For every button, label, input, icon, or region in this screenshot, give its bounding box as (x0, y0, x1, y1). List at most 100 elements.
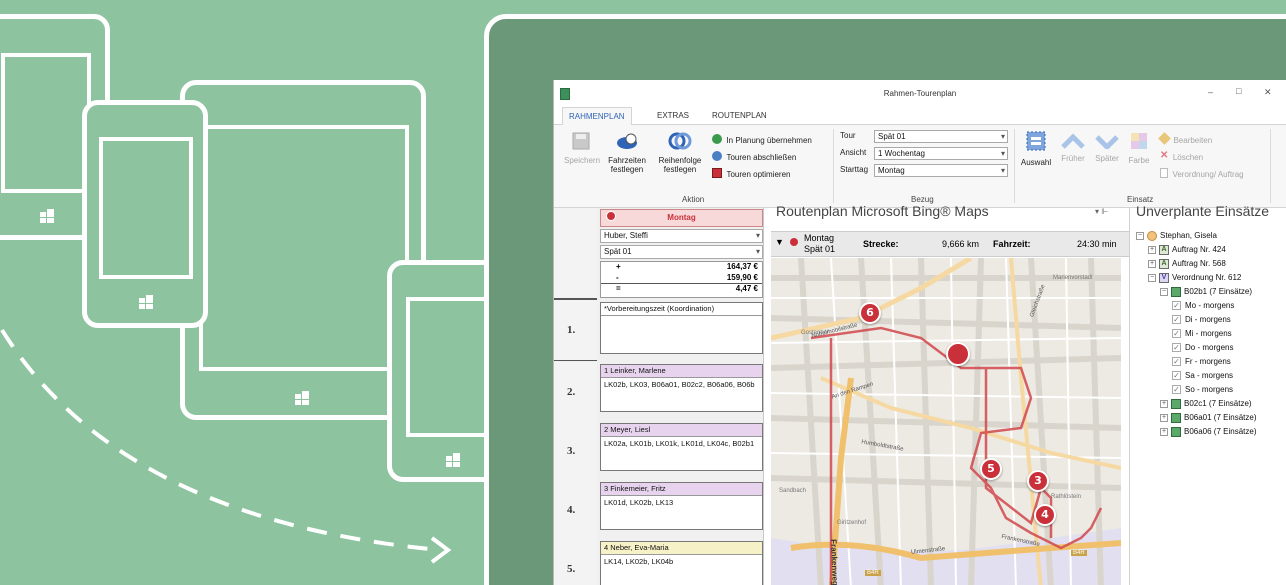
tree-item[interactable]: ✓ Di - morgens (1172, 314, 1231, 326)
tree-item-label: Stephan, Gisela (1160, 231, 1217, 240)
verordnung-auftrag-button[interactable]: Verordnung/ Auftrag (1160, 164, 1244, 182)
tab-extras[interactable]: EXTRAS (651, 107, 695, 126)
tree-item[interactable]: − Stephan, Gisela (1136, 230, 1217, 242)
tree-item[interactable]: + B02c1 (7 Einsätze) (1160, 398, 1252, 410)
visit-card[interactable]: 1 Leinker, Marlene LK02b, LK03, B06a01, B… (600, 364, 763, 412)
collapse-icon[interactable]: − (1148, 273, 1156, 282)
checkbox-icon[interactable]: ✓ (1172, 357, 1181, 367)
route-map-panel: Routenplan Microsoft Bing® Maps ▾ ⊩ ▼ Mo… (765, 203, 1129, 585)
fahrzeiten-festlegen-button[interactable]: Fahrzeiten festlegen (606, 131, 648, 174)
expand-icon[interactable]: + (1148, 245, 1156, 254)
in-planung-button[interactable]: In Planung übernehmen (712, 130, 812, 148)
touren-abschliessen-button[interactable]: Touren abschließen (712, 147, 796, 165)
bearbeiten-button[interactable]: Bearbeiten (1158, 130, 1212, 148)
tree-item-label: Mo - morgens (1185, 301, 1235, 310)
tree-item[interactable]: ✓ Mo - morgens (1172, 300, 1234, 312)
tree-item[interactable]: − V Verordnung Nr. 612 (1148, 272, 1241, 284)
farbe-button[interactable]: Farbe (1126, 131, 1152, 165)
tree-item[interactable]: + B06a01 (7 Einsätze) (1160, 412, 1257, 424)
expand-icon[interactable]: ▼ (775, 237, 784, 247)
visit-card-header: 2 Meyer, Liesl (601, 424, 762, 437)
collapse-icon[interactable]: − (1160, 287, 1168, 296)
map-pin-start[interactable] (946, 342, 970, 366)
tree-item[interactable]: ✓ Do - morgens (1172, 342, 1233, 354)
unplanned-title: Unverplante Einsätze (1136, 203, 1270, 219)
ribbon: Speichern Fahrzeiten festlegen Reihenfol… (554, 125, 1286, 208)
checkbox-icon[interactable]: ✓ (1172, 315, 1181, 325)
tree-item-label: Sa - morgens (1185, 371, 1234, 380)
tab-rahmenplan[interactable]: RAHMENPLAN (562, 107, 632, 126)
tree-item[interactable]: + A Auftrag Nr. 424 (1148, 244, 1226, 256)
street-label: Frankenweg (829, 539, 840, 585)
app-window: Rahmen-Tourenplan – □ ✕ RAHMENPLAN EXTRA… (553, 80, 1286, 585)
district-label: Giritzenhof (837, 520, 867, 526)
ribbon-tabs: RAHMENPLAN EXTRAS ROUTENPLAN (554, 107, 1286, 126)
map-pin-6[interactable]: 6 (859, 302, 881, 324)
sequence-icon (668, 132, 692, 150)
starttag-select[interactable]: Montag (874, 164, 1008, 177)
map-canvas[interactable]: Nobelmobilstraße Gleichstraße An den Ram… (771, 258, 1121, 585)
ansicht-select[interactable]: 1 Wochentag (874, 147, 1008, 160)
close-button[interactable]: ✕ (1264, 87, 1272, 98)
checkbox-icon[interactable]: ✓ (1172, 301, 1181, 311)
expand-icon[interactable]: + (1148, 259, 1156, 268)
auswahl-button[interactable]: Auswahl (1018, 129, 1054, 167)
visit-card[interactable]: 3 Finkemeier, Fritz LK01d, LK02b, LK13 (600, 482, 763, 530)
frueher-button[interactable]: Früher (1058, 133, 1088, 163)
tab-routenplan[interactable]: ROUTENPLAN (706, 107, 773, 126)
tour-select[interactable]: Spät 01 (874, 130, 1008, 143)
maximize-button[interactable]: □ (1236, 86, 1241, 96)
tree-item[interactable]: ✓ Sa - morgens (1172, 370, 1233, 382)
delete-icon: ✕ (1160, 150, 1169, 162)
person-select[interactable]: Huber, Steffi (600, 229, 763, 243)
checkbox-icon[interactable]: ✓ (1172, 371, 1181, 381)
minimize-button[interactable]: – (1208, 87, 1213, 97)
visit-card[interactable]: 4 Neber, Eva-Maria LK14, LK02b, LK04b (600, 541, 763, 585)
expand-icon[interactable]: + (1160, 427, 1168, 436)
map-pin-5[interactable]: 5 (980, 458, 1002, 480)
tour-planner: Montag Huber, Steffi Spät 01 +164,37 € -… (554, 208, 764, 585)
spaeter-button[interactable]: Später (1092, 133, 1122, 163)
expand-icon[interactable]: + (1160, 399, 1168, 408)
checkbox-icon[interactable]: ✓ (1172, 343, 1181, 353)
pencil-icon (1158, 132, 1171, 146)
row-number: 2. (554, 362, 597, 423)
reihenfolge-festlegen-button[interactable]: Reihenfolge festlegen (654, 131, 706, 174)
checkbox-icon[interactable]: ✓ (1172, 385, 1181, 395)
expand-icon[interactable]: + (1160, 413, 1168, 422)
pin-icon (790, 238, 798, 246)
visit-card-header: 4 Neber, Eva-Maria (601, 542, 762, 555)
visit-card-body: LK02a, LK01b, LK01k, LK01d, LK04c, B02b1 (604, 439, 755, 448)
checkbox-icon[interactable]: ✓ (1172, 329, 1181, 339)
dashed-arrow (0, 328, 452, 564)
arrow-up-icon (1061, 133, 1085, 149)
touren-optimieren-button[interactable]: Touren optimieren (712, 164, 791, 182)
tree-item[interactable]: + B06a06 (7 Einsätze) (1160, 426, 1257, 438)
tour-select-planner[interactable]: Spät 01 (600, 245, 763, 259)
visit-card-body: LK14, LK02b, LK04b (604, 557, 674, 566)
map-pin-4[interactable]: 4 (1034, 504, 1056, 526)
map-pin-3[interactable]: 3 (1027, 470, 1049, 492)
tree-item-label: Verordnung Nr. 612 (1172, 273, 1242, 282)
title-bar: Rahmen-Tourenplan – □ ✕ (554, 80, 1286, 107)
save-button[interactable]: Speichern (564, 131, 600, 165)
tree-item[interactable]: + A Auftrag Nr. 568 (1148, 258, 1226, 270)
tree-item[interactable]: ✓ Fr - morgens (1172, 356, 1231, 368)
map-title: Routenplan Microsoft Bing® Maps (776, 203, 989, 219)
visit-card-header: *Vorbereitungszeit (Koordination) (601, 303, 762, 316)
tree-item[interactable]: ✓ So - morgens (1172, 384, 1233, 396)
ansicht-label: Ansicht (840, 148, 867, 157)
auftrag-icon: A (1159, 258, 1169, 269)
visit-card[interactable]: 2 Meyer, Liesl LK02a, LK01b, LK01k, LK01d… (600, 423, 763, 471)
visit-card[interactable]: *Vorbereitungszeit (Koordination) (600, 302, 763, 354)
visit-card-body (601, 316, 762, 320)
document-icon (1171, 426, 1181, 437)
tree-item[interactable]: − B02b1 (7 Einsätze) (1160, 286, 1252, 298)
group-label-aktion: Aktion (682, 195, 705, 204)
loeschen-button[interactable]: ✕ Löschen (1160, 147, 1203, 165)
map-pin-panel-icon[interactable]: ▾ ⊩ (1095, 207, 1108, 216)
district-label: Rathlöstein (1051, 494, 1082, 500)
tree-item-label: Di - morgens (1185, 315, 1231, 324)
collapse-icon[interactable]: − (1136, 231, 1144, 240)
tree-item[interactable]: ✓ Mi - morgens (1172, 328, 1232, 340)
